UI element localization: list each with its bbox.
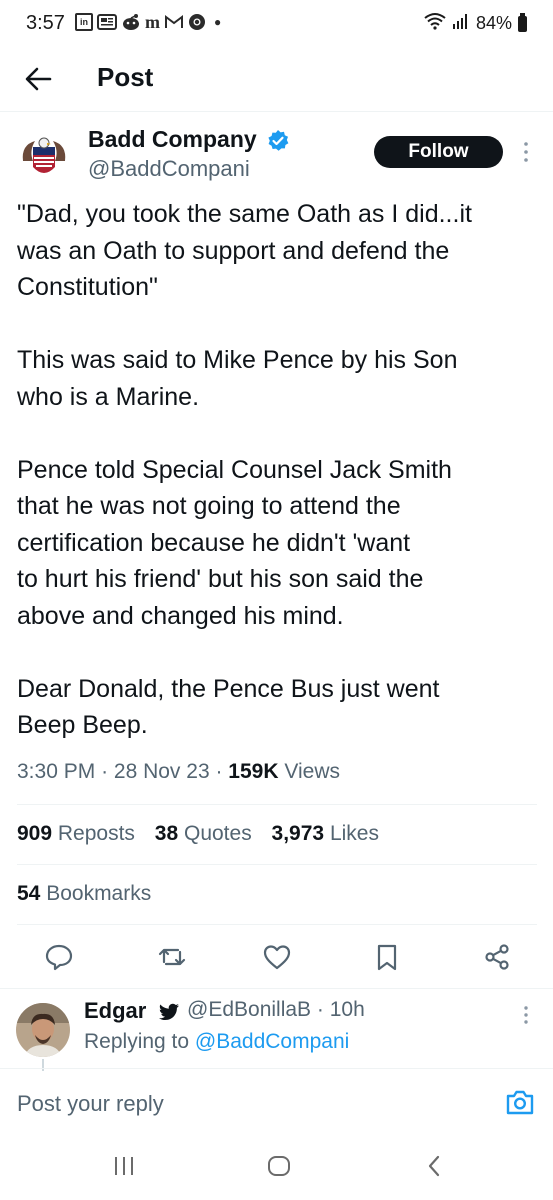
quotes-label: Quotes (183, 822, 252, 845)
replying-to-prefix: Replying to (84, 1030, 190, 1053)
likes-stat[interactable]: 3,973 Likes (272, 822, 379, 845)
likes-count: 3,973 (271, 822, 325, 845)
post-line: to hurt his friend' but his son said the (17, 565, 424, 593)
post-date[interactable]: 28 Nov 23 (114, 760, 210, 783)
bookmarks-label: Bookmarks (46, 882, 152, 905)
replying-to: Replying to @BaddCompani (84, 1030, 349, 1054)
post-line: Constitution" (17, 273, 158, 301)
battery-percent: 84% (475, 13, 512, 33)
bookmarks-count: 54 (17, 882, 41, 905)
battery-icon (518, 12, 527, 32)
post-header: Post (0, 48, 553, 112)
wifi-icon (424, 12, 446, 35)
back-nav-icon[interactable] (424, 1152, 444, 1180)
reply-author-name[interactable]: Edgar (84, 998, 146, 1024)
camera-icon[interactable] (505, 1088, 535, 1116)
follow-button[interactable]: Follow (374, 136, 503, 168)
reposts-count: 909 (17, 822, 53, 845)
dot-icon: ● (214, 15, 222, 29)
reply-more-options-icon[interactable] (521, 1003, 531, 1027)
status-time: 3:57 (26, 12, 65, 34)
divider (17, 924, 537, 925)
meta-separator: · (215, 760, 229, 783)
notification-icons: in m ● (75, 13, 221, 31)
author-name[interactable]: Badd Company (88, 126, 257, 153)
reply-handle-row: @EdBonillaB · 10h (187, 998, 365, 1022)
reply-composer[interactable]: Post your reply (0, 1068, 553, 1128)
post-text: "Dad, you took the same Oath as I did...… (17, 196, 537, 744)
views-label: Views (284, 760, 340, 783)
reddit-icon (121, 13, 141, 31)
verified-badge-icon (266, 129, 290, 153)
status-right: 84% (424, 12, 527, 35)
post-line: certification because he didn't 'want (17, 528, 411, 557)
reply-author-handle[interactable]: @EdBonillaB (187, 998, 311, 1021)
reply-input[interactable]: Post your reply (17, 1091, 164, 1117)
recent-apps-icon[interactable] (112, 1152, 136, 1180)
gmail-icon (164, 13, 184, 31)
system-nav-bar (0, 1130, 553, 1200)
quotes-count: 38 (154, 822, 179, 845)
post-line: above and changed his mind. (17, 601, 344, 630)
reposts-label: Reposts (57, 822, 135, 845)
divider (0, 988, 553, 989)
reply-avatar[interactable] (16, 1003, 70, 1057)
signal-icon (452, 12, 470, 35)
engagement-stats: 909 Reposts 38 Quotes 3,973 Likes (17, 822, 379, 846)
post-line: Dear Donald, the Pence Bus just went (17, 674, 440, 703)
author-handle[interactable]: @BaddCompani (88, 156, 250, 182)
author-avatar[interactable] (17, 131, 71, 185)
meta-separator: · (311, 998, 330, 1021)
post-time[interactable]: 3:30 PM (17, 760, 95, 783)
action-bar (0, 942, 553, 974)
meta-separator: · (101, 760, 114, 783)
quotes-stat[interactable]: 38 Quotes (155, 822, 252, 845)
bookmark-icon[interactable] (372, 942, 402, 972)
status-bar: 3:57 in m ● 84% (0, 0, 553, 48)
mail-icon: m (145, 12, 160, 32)
post-line: Pence told Special Counsel Jack Smith (17, 455, 452, 484)
post-line: "Dad, you took the same Oath as I did...… (17, 200, 472, 228)
views-count: 159K (228, 760, 279, 783)
divider (17, 864, 537, 865)
reply-icon[interactable] (44, 942, 74, 972)
post-line: who is a Marine. (17, 382, 200, 411)
post-line: This was said to Mike Pence by his Son (17, 346, 458, 374)
more-options-icon[interactable] (521, 138, 531, 166)
share-icon[interactable] (482, 942, 512, 972)
repost-icon[interactable] (157, 942, 187, 972)
news-icon (97, 13, 117, 31)
home-icon[interactable] (266, 1152, 292, 1180)
post-meta: 3:30 PM · 28 Nov 23 · 159K Views (17, 760, 340, 784)
post-line: Beep Beep. (17, 711, 148, 739)
reposts-stat[interactable]: 909 Reposts (17, 822, 135, 845)
post-line: that he was not going to attend the (17, 492, 401, 520)
page-title: Post (97, 62, 154, 92)
divider (17, 804, 537, 805)
bird-icon (158, 1003, 180, 1021)
chrome-icon (188, 13, 206, 31)
like-icon[interactable] (262, 942, 292, 972)
linkedin-icon: in (75, 13, 93, 31)
likes-label: Likes (329, 822, 379, 845)
bookmarks-stat[interactable]: 54 Bookmarks (17, 882, 151, 906)
replying-to-handle[interactable]: @BaddCompani (195, 1030, 349, 1053)
post-line: was an Oath to support and defend the (17, 236, 450, 265)
back-arrow-icon[interactable] (20, 62, 56, 96)
reply-age[interactable]: 10h (330, 998, 365, 1021)
